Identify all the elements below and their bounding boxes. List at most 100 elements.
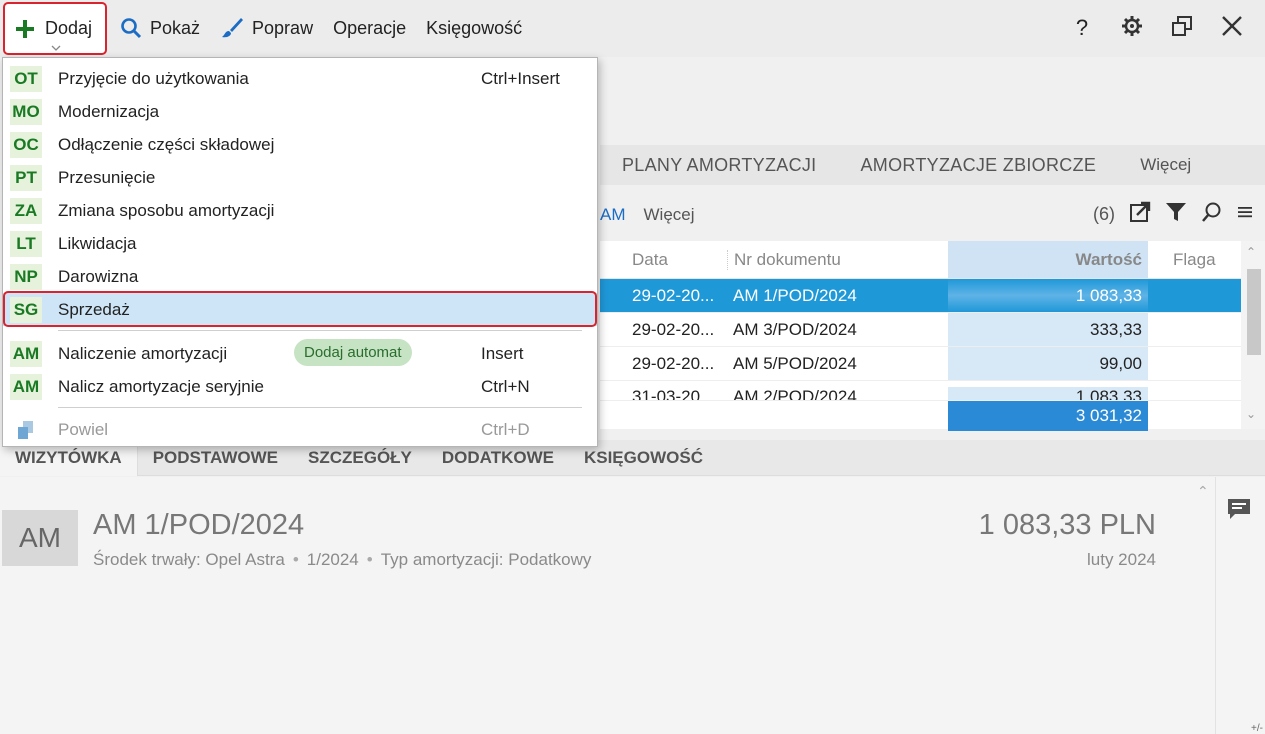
add-button[interactable]: Dodaj	[3, 2, 107, 55]
menu-item-label: Odłączenie części składowej	[58, 134, 275, 154]
chevron-down-icon	[51, 45, 61, 51]
accounting-menu[interactable]: Księgowość	[416, 8, 532, 48]
tab-details[interactable]: SZCZEGÓŁY	[293, 448, 427, 468]
menu-icon[interactable]	[1237, 204, 1253, 225]
menu-item-label: Przyjęcie do użytkowania	[58, 68, 249, 88]
filter-more-link[interactable]: Więcej	[644, 205, 695, 225]
filter-am-link[interactable]: AM	[600, 205, 626, 225]
menu-item-pt[interactable]: PT Przesunięcie	[3, 161, 597, 194]
comment-icon[interactable]	[1226, 497, 1252, 526]
filter-icon[interactable]	[1165, 201, 1187, 228]
close-button[interactable]	[1207, 8, 1257, 48]
menu-item-label: Darowizna	[58, 266, 139, 286]
operations-menu[interactable]: Operacje	[323, 8, 416, 48]
menu-code-badge: SG	[10, 296, 42, 323]
period-number: 1/2024	[306, 550, 359, 569]
cell-value: 99,00	[948, 347, 1148, 380]
cell-number: AM 1/POD/2024	[733, 285, 857, 305]
search-icon	[120, 17, 142, 39]
menu-item-oc[interactable]: OC Odłączenie części składowej	[3, 128, 597, 161]
menu-item-label: Likwidacja	[58, 233, 137, 253]
menu-separator	[58, 330, 582, 331]
document-title: AM 1/POD/2024	[93, 509, 305, 541]
add-dropdown-menu: OT Przyjęcie do użytkowania Ctrl+Insert …	[2, 57, 598, 447]
menu-item-duplicate[interactable]: Powiel Ctrl+D	[3, 413, 597, 446]
menu-shortcut: Ctrl+Insert	[481, 68, 560, 88]
header-date[interactable]: Data	[600, 250, 727, 270]
search-icon[interactable]	[1201, 201, 1223, 228]
grid-summary-row: 3 031,32	[600, 401, 1265, 431]
menu-code-badge: OT	[10, 65, 42, 92]
tab-accounting[interactable]: KSIĘGOWOŚĆ	[569, 448, 718, 468]
scroll-up-icon[interactable]: ⌃	[1246, 245, 1256, 259]
scroll-down-icon[interactable]: ⌄	[1246, 407, 1256, 421]
menu-item-mo[interactable]: MO Modernizacja	[3, 95, 597, 128]
detail-scrollbar[interactable]: ⌃	[1191, 477, 1215, 734]
grid-scrollbar[interactable]: ⌃ ⌄	[1241, 241, 1265, 429]
menu-item-label: Modernizacja	[58, 101, 160, 121]
menu-item-sg[interactable]: SG Sprzedaż	[3, 293, 597, 326]
table-row[interactable]: 29-02-20... AM 1/POD/2024 1 083,33	[600, 279, 1265, 313]
header-number[interactable]: Nr dokumentu	[727, 249, 948, 270]
add-button-label: Dodaj	[45, 18, 93, 38]
record-count: (6)	[1093, 204, 1115, 224]
header-flag[interactable]: Flaga	[1148, 250, 1241, 270]
menu-code-badge: NP	[10, 263, 42, 290]
menu-shortcut: Ctrl+N	[481, 376, 530, 396]
menu-item-label: Nalicz amortyzacje seryjnie	[58, 376, 264, 396]
restore-window-button[interactable]	[1157, 8, 1207, 48]
filter-bar: AM Więcej (6)	[600, 195, 1265, 235]
main-tabs: PLANY AMORTYZACJI AMORTYZACJE ZBIORCZE W…	[600, 145, 1265, 185]
expand-toggle[interactable]: +/-	[1251, 723, 1263, 734]
cell-date: 29-02-20...	[632, 319, 715, 339]
brush-icon	[220, 17, 244, 39]
cell-date: 29-02-20...	[632, 285, 715, 305]
close-icon	[1221, 15, 1243, 42]
menu-item-lt[interactable]: LT Likwidacja	[3, 227, 597, 260]
tab-additional[interactable]: DODATKOWE	[427, 448, 569, 468]
tab-collective-depreciation[interactable]: AMORTYZACJE ZBIORCZE	[839, 155, 1119, 176]
main-toolbar: Dodaj Pokaż Popraw Operacje Księgowość ?	[0, 0, 1265, 57]
export-icon[interactable]	[1129, 201, 1151, 228]
menu-shortcut: Ctrl+D	[481, 419, 530, 439]
table-row[interactable]: 29-02-20... AM 5/POD/2024 99,00	[600, 347, 1265, 381]
restore-window-icon	[1171, 15, 1193, 42]
help-button[interactable]: ?	[1057, 8, 1107, 48]
add-automat-button[interactable]: Dodaj automat	[294, 339, 412, 366]
asset-name: Środek trwały: Opel Astra	[93, 550, 285, 569]
document-amount: 1 083,33 PLN	[978, 509, 1156, 541]
tab-basic[interactable]: PODSTAWOWE	[138, 448, 293, 468]
cell-value: 1 083,33	[948, 387, 1148, 400]
tab-more[interactable]: Więcej	[1118, 155, 1213, 175]
accounting-menu-label: Księgowość	[426, 17, 523, 38]
scrollbar-thumb[interactable]	[1247, 269, 1261, 355]
tab-depreciation-plans[interactable]: PLANY AMORTYZACJI	[600, 155, 839, 176]
menu-code-badge: AM	[10, 373, 42, 400]
menu-item-ot[interactable]: OT Przyjęcie do użytkowania Ctrl+Insert	[3, 62, 597, 95]
cell-number: AM 3/POD/2024	[733, 319, 857, 339]
sum-value: 3 031,32	[948, 401, 1148, 431]
help-icon: ?	[1075, 15, 1089, 40]
edit-button-label: Popraw	[252, 17, 314, 38]
show-button[interactable]: Pokaż	[110, 8, 210, 48]
cell-value: 333,33	[948, 313, 1148, 346]
menu-item-np[interactable]: NP Darowizna	[3, 260, 597, 293]
avatar: AM	[2, 510, 78, 566]
header-value[interactable]: Wartość	[948, 241, 1148, 278]
menu-item-am-serial[interactable]: AM Nalicz amortyzacje seryjnie Ctrl+N	[3, 370, 597, 403]
menu-code-badge: ZA	[10, 197, 42, 224]
settings-button[interactable]	[1107, 8, 1157, 48]
document-meta: Środek trwały: Opel Astra • 1/2024 • Typ amo…	[93, 550, 592, 569]
edit-button[interactable]: Popraw	[210, 8, 323, 48]
gear-icon	[1121, 15, 1143, 42]
show-button-label: Pokaż	[150, 17, 201, 38]
scroll-up-icon[interactable]: ⌃	[1197, 483, 1209, 500]
menu-item-za[interactable]: ZA Zmiana sposobu amortyzacji	[3, 194, 597, 227]
menu-separator	[58, 407, 582, 408]
duplicate-icon	[10, 417, 42, 443]
menu-code-badge: MO	[10, 98, 42, 125]
menu-code-badge: LT	[10, 230, 42, 257]
plus-icon	[15, 19, 35, 39]
table-row[interactable]: 31-03-20... AM 2/POD/2024 1 083,33	[600, 381, 1265, 401]
table-row[interactable]: 29-02-20... AM 3/POD/2024 333,33	[600, 313, 1265, 347]
